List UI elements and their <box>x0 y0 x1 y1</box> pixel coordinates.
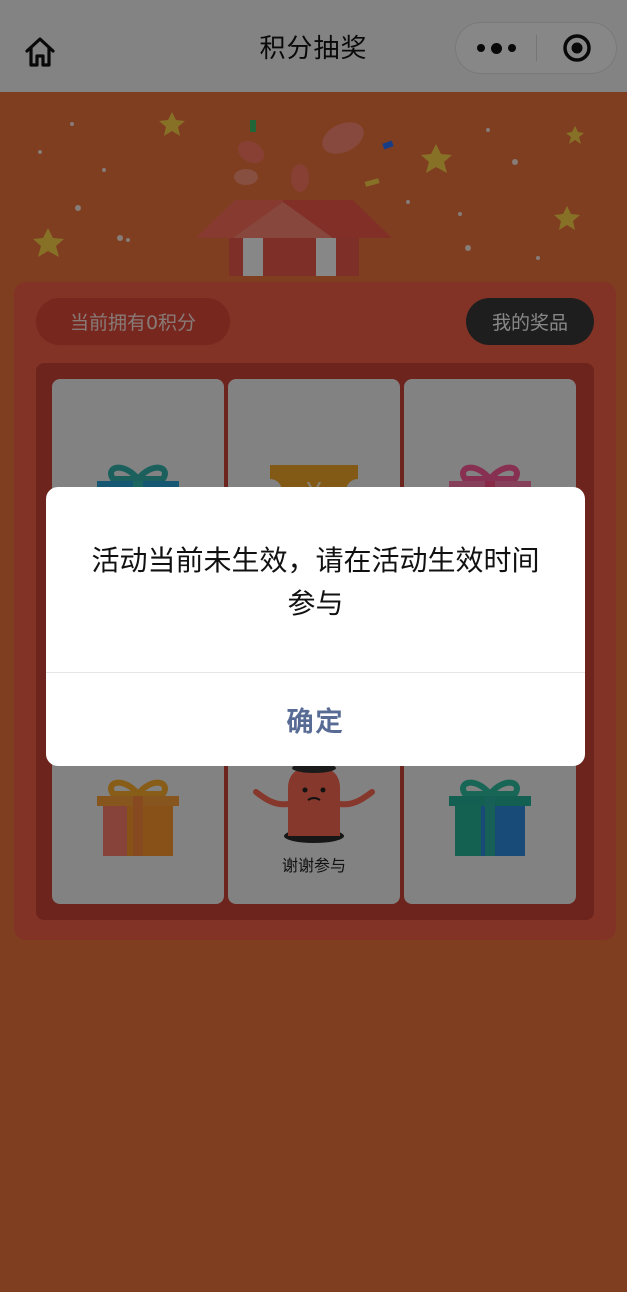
alert-dialog: 活动当前未生效，请在活动生效时间参与 确定 <box>46 487 585 766</box>
dialog-message: 活动当前未生效，请在活动生效时间参与 <box>91 544 540 620</box>
confirm-button[interactable]: 确定 <box>46 673 585 766</box>
